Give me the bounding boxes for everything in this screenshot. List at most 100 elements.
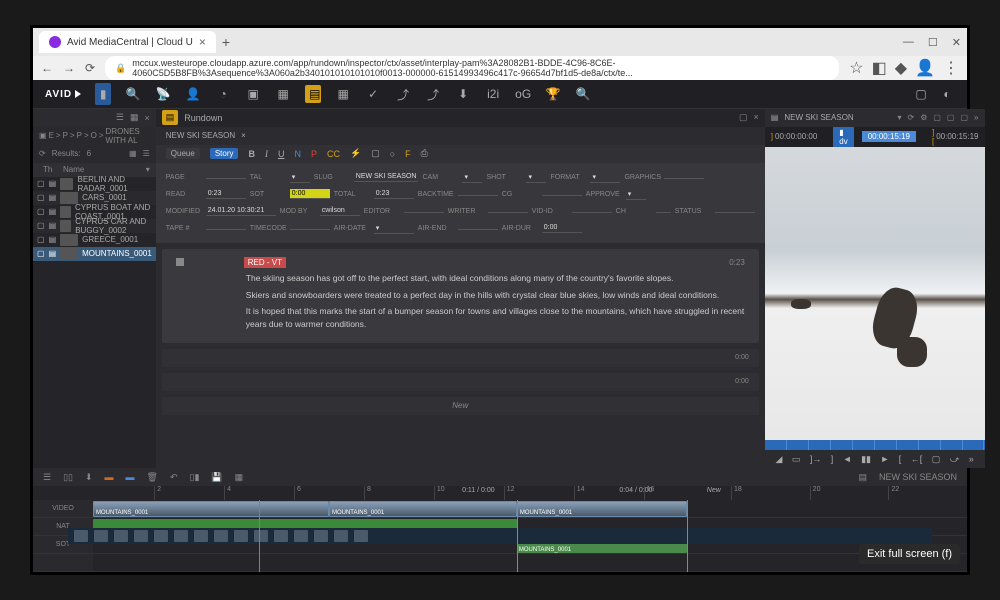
empty-segment[interactable]: 0:00 (162, 373, 759, 391)
tab-rundown-label[interactable]: Rundown (184, 113, 222, 123)
f-icon[interactable]: F (405, 149, 411, 159)
empty-segment[interactable]: 0:00 (162, 349, 759, 367)
marker-icon[interactable]: ◢ (776, 454, 783, 465)
asset-row[interactable]: ▢▤GREECE_0001 (33, 233, 156, 247)
timeline-ruler[interactable]: 0:11 / 0:00 0:04 / 0:00 New 2 4 6 8 10 1… (93, 486, 967, 500)
rundown-icon[interactable]: ▤ (305, 85, 321, 103)
bookmark-icon[interactable]: ▣ (245, 87, 261, 101)
export-icon[interactable]: ▢ (913, 87, 929, 101)
tl-mode-icon[interactable]: ▯▮ (190, 472, 200, 483)
panel-icon-3[interactable]: ▢ (960, 113, 968, 122)
settings-icon[interactable]: ◐ (939, 87, 955, 101)
reload-icon[interactable]: ⟳ (85, 61, 95, 75)
tl-insert-icon[interactable]: ⬇ (85, 472, 93, 483)
maximize-icon[interactable]: ☐ (928, 36, 938, 49)
tl-split-icon[interactable]: ▯▯ (63, 472, 73, 483)
forward-icon[interactable]: ► (880, 454, 889, 464)
refresh-icon[interactable]: ⟳ (39, 149, 46, 158)
frame-icon[interactable]: ▭ (792, 454, 801, 465)
broadcast-icon[interactable]: 📡 (155, 87, 171, 101)
tl-menu-icon[interactable]: ☰ (43, 472, 51, 483)
extension-icon[interactable]: ◧ (872, 58, 887, 78)
new-tab-button[interactable]: + (222, 34, 230, 50)
download-icon[interactable]: ⬇ (455, 87, 471, 101)
tl-save-icon[interactable]: 💾 (211, 472, 222, 483)
minimize-icon[interactable]: ▢ (739, 112, 748, 123)
tl-overwrite-icon[interactable]: ▬ (105, 472, 114, 482)
clock-icon[interactable]: ◔ (215, 87, 231, 101)
user-icon[interactable]: 👤 (185, 87, 201, 101)
close-window-icon[interactable]: ✕ (952, 36, 961, 49)
presenter-button[interactable]: P (311, 149, 317, 159)
settings-icon[interactable]: ⚙ (920, 113, 927, 122)
asset-row[interactable]: ▢▤CYPRUS CAR AND BUGGY_0002 (33, 219, 156, 233)
queue-button[interactable]: Queue (166, 148, 200, 159)
sub-tab[interactable]: NEW SKI SEASON (166, 131, 235, 140)
jump-start-icon[interactable]: ]→ (810, 454, 822, 464)
menu-icon[interactable]: ⋮ (943, 58, 959, 78)
tc-format-badge[interactable]: ▮ dv (833, 127, 853, 147)
unlink-icon[interactable]: ⚡ (350, 148, 361, 159)
track-label-video[interactable]: VIDEO (33, 500, 93, 518)
rewind-icon[interactable]: ◄ (843, 454, 852, 464)
share2-icon[interactable]: ⤴ (425, 86, 441, 103)
close-subtab-icon[interactable]: × (241, 131, 246, 140)
script-segment[interactable]: RED - VT 0:23 The skiing season has got … (162, 249, 759, 343)
video-clip[interactable]: MOUNTAINS_0001 (93, 501, 329, 517)
minimize-icon[interactable]: — (903, 36, 914, 49)
box-icon[interactable]: ▢ (371, 148, 380, 159)
folder-icon[interactable]: ▮ (95, 83, 111, 105)
underline-button[interactable]: U (278, 149, 285, 159)
close-icon[interactable]: × (754, 112, 759, 123)
script-editor[interactable]: RED - VT 0:23 The skiing season has got … (156, 243, 765, 468)
step-back-icon[interactable]: ] (831, 454, 834, 464)
avatar-icon[interactable]: 👤 (915, 58, 935, 78)
italic-button[interactable]: I (265, 149, 268, 159)
out-point-icon[interactable]: ▢ (932, 454, 941, 465)
video-track[interactable]: MOUNTAINS_0001 MOUNTAINS_0001 MOUNTAINS_… (93, 500, 967, 518)
panel-close-icon[interactable]: × (145, 113, 150, 123)
panel-icon-2[interactable]: ▢ (947, 113, 955, 122)
tl-replace-icon[interactable]: ▬ (126, 472, 135, 482)
in-point-icon[interactable]: [ (899, 454, 902, 464)
bold-button[interactable]: B (248, 149, 255, 159)
og-button[interactable]: oG (515, 87, 531, 101)
step-fwd-icon[interactable]: ←[ (911, 454, 923, 464)
close-tab-icon[interactable]: × (199, 35, 206, 49)
trophy-icon[interactable]: 🏆 (545, 87, 561, 101)
panel-list-icon[interactable]: ☰ (116, 112, 124, 123)
scrub-bar[interactable] (765, 440, 985, 450)
video-clip[interactable]: MOUNTAINS_0001 (517, 501, 687, 517)
more-icon[interactable]: ⤻ (950, 454, 960, 465)
pause-icon[interactable]: ▮▮ (861, 454, 871, 465)
video-preview[interactable] (765, 147, 985, 440)
back-icon[interactable]: ← (41, 61, 53, 75)
print-icon[interactable]: ⎙ (421, 148, 428, 159)
extension-icon-2[interactable]: ◆ (895, 58, 907, 78)
cc-button[interactable]: CC (327, 149, 340, 159)
circle-icon[interactable]: ○ (390, 149, 395, 159)
normal-button[interactable]: N (294, 149, 301, 159)
new-segment-button[interactable]: New (162, 397, 759, 415)
browser-tab[interactable]: Avid MediaCentral | Cloud U × (39, 31, 216, 53)
check-icon[interactable]: ✓ (365, 87, 381, 101)
tl-settings-icon[interactable]: ▦ (235, 472, 244, 483)
breadcrumb[interactable]: ▣ E> P> P> O> DRONES WITH AL (33, 127, 156, 145)
video-clip[interactable]: MOUNTAINS_0001 (329, 501, 517, 517)
panel-grid-icon[interactable]: ▦ (130, 112, 139, 123)
chevron-right-icon[interactable]: » (974, 113, 978, 122)
tl-delete-icon[interactable]: 🗑 (147, 472, 158, 483)
asset-row[interactable]: ▢▤BERLIN AND RADAR_0001 (33, 177, 156, 191)
calendar-icon[interactable]: ▦ (335, 87, 351, 101)
dropdown-icon[interactable]: ▾ (897, 113, 901, 122)
asset-row[interactable]: ▢▤MOUNTAINS_0001 (33, 247, 156, 261)
share-icon[interactable]: ⤴ (395, 86, 411, 103)
panel-icon[interactable]: ▢ (933, 113, 941, 122)
search2-icon[interactable]: 🔍 (575, 87, 591, 101)
queue-icon[interactable]: ▦ (275, 87, 291, 101)
view-list-icon[interactable]: ☰ (143, 149, 150, 158)
windows-taskbar[interactable] (68, 528, 932, 544)
star-icon[interactable]: ☆ (849, 58, 863, 78)
refresh-icon[interactable]: ⟳ (907, 113, 914, 122)
view-grid-icon[interactable]: ▦ (129, 149, 137, 158)
